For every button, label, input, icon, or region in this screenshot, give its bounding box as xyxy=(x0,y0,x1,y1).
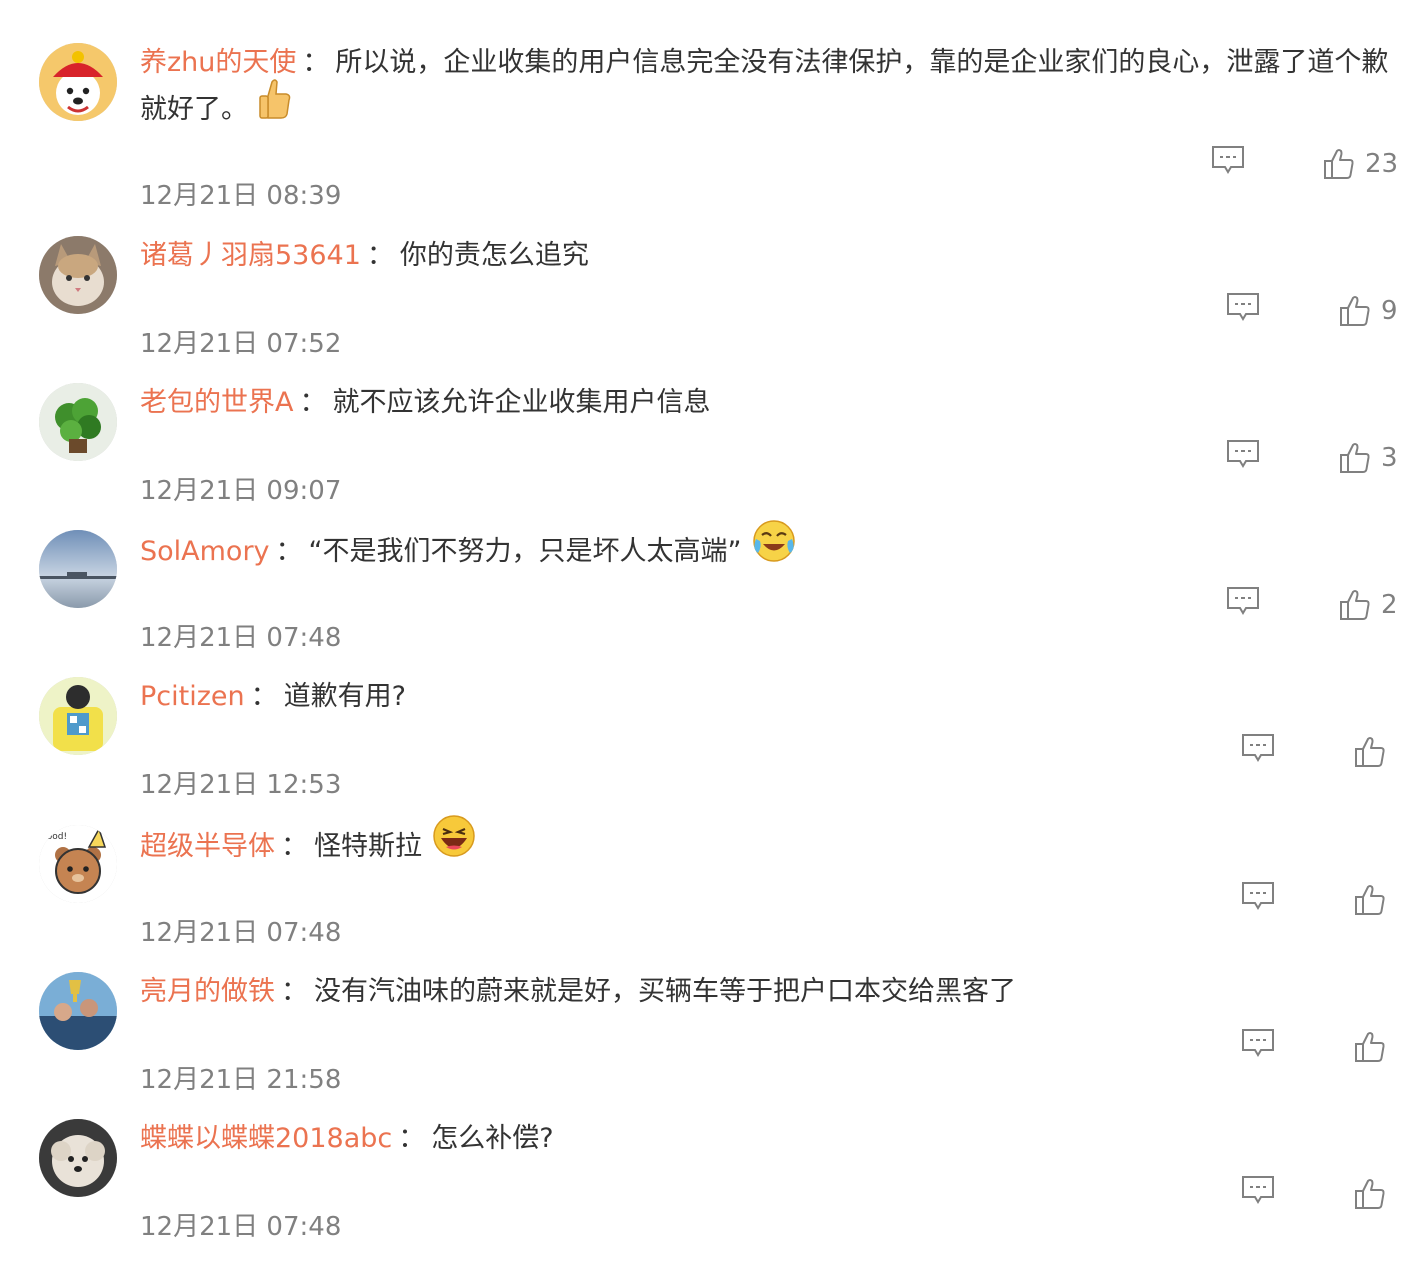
thumbs-up-icon xyxy=(1339,589,1371,621)
like-button[interactable]: 23 xyxy=(1323,147,1398,181)
avatar[interactable] xyxy=(39,43,117,121)
username-link[interactable]: 蝶蝶以蝶蝶2018abc xyxy=(140,1123,392,1154)
comment-text: 怎么补偿? xyxy=(431,1123,554,1154)
like-button[interactable]: 9 xyxy=(1339,294,1398,328)
comment-item: 蝶蝶以蝶蝶2018abc：怎么补偿? 12月21日 07:48 xyxy=(0,1116,1410,1263)
reply-icon[interactable] xyxy=(1211,145,1245,175)
comment-item: Pcitizen：道歉有用? 12月21日 12:53 xyxy=(0,674,1410,821)
comment-text: 就不应该允许企业收集用户信息 xyxy=(332,387,711,418)
like-count: 23 xyxy=(1365,149,1399,179)
comment-timestamp: 12月21日 08:39 xyxy=(140,181,342,211)
username-link[interactable]: 诸葛丿羽扇53641 xyxy=(140,240,361,271)
avatar[interactable] xyxy=(39,530,117,608)
like-button[interactable]: 3 xyxy=(1339,441,1398,475)
comment-body: SolAmory： “不是我们不努力，只是坏人太高端” xyxy=(140,520,1402,578)
username-link[interactable]: Pcitizen xyxy=(140,681,245,712)
comment-item: 诸葛丿羽扇53641：你的责怎么追究 12月21日 07:52 9 xyxy=(0,233,1410,380)
reply-icon[interactable] xyxy=(1241,881,1275,911)
thumbs-up-icon xyxy=(1354,736,1386,768)
username-link[interactable]: 亮月的做铁 xyxy=(140,976,275,1007)
colon-separator: ： xyxy=(250,681,278,712)
thumbs-up-icon xyxy=(1354,884,1386,916)
username-link[interactable]: SolAmory xyxy=(140,536,270,567)
comment-timestamp: 12月21日 07:48 xyxy=(140,918,342,948)
like-button[interactable] xyxy=(1354,1030,1396,1064)
comment-body: 养zhu的天使：所以说，企业收集的用户信息完全没有法律保护，靠的是企业家们的良心… xyxy=(140,40,1402,135)
reply-icon[interactable] xyxy=(1226,586,1260,616)
like-button[interactable] xyxy=(1354,1177,1396,1211)
comment-body: 亮月的做铁：没有汽油味的蔚来就是好，买辆车等于把户口本交给黑客了 xyxy=(140,969,1402,1015)
comment-body: 蝶蝶以蝶蝶2018abc：怎么补偿? xyxy=(140,1116,1402,1162)
laugh-cry-emoji xyxy=(752,519,796,578)
username-link[interactable]: 养zhu的天使 xyxy=(140,47,296,78)
username-link[interactable]: 超级半导体 xyxy=(140,831,275,862)
comment-text: 没有汽油味的蔚来就是好，买辆车等于把户口本交给黑客了 xyxy=(314,976,1016,1007)
colon-separator: ： xyxy=(398,1123,426,1154)
comment-body: 诸葛丿羽扇53641：你的责怎么追究 xyxy=(140,233,1402,279)
like-count: 9 xyxy=(1381,296,1398,326)
comment-item: 老包的世界A：就不应该允许企业收集用户信息 12月21日 09:07 3 xyxy=(0,380,1410,527)
like-button[interactable] xyxy=(1354,735,1396,769)
avatar[interactable] xyxy=(39,972,117,1050)
avatar[interactable] xyxy=(39,1119,117,1197)
thumbs-up-icon xyxy=(1339,442,1371,474)
colon-separator: ： xyxy=(281,976,308,1007)
comment-body: 超级半导体：怪特斯拉 xyxy=(140,815,1402,873)
like-button[interactable] xyxy=(1354,883,1396,917)
comment-item: SolAmory： “不是我们不努力，只是坏人太高端” 12月21日 07:48 2 xyxy=(0,520,1410,674)
comment-timestamp: 12月21日 09:07 xyxy=(140,476,342,506)
comment-item: 亮月的做铁：没有汽油味的蔚来就是好，买辆车等于把户口本交给黑客了 12月21日 2… xyxy=(0,969,1410,1116)
comment-item: good! 超级半导体：怪特斯拉 12月21日 07:48 xyxy=(0,815,1410,969)
reply-icon[interactable] xyxy=(1241,1175,1275,1205)
svg-text:good!: good! xyxy=(41,832,67,842)
comment-timestamp: 12月21日 12:53 xyxy=(140,770,342,800)
reply-icon[interactable] xyxy=(1241,733,1275,763)
comment-body: Pcitizen：道歉有用? xyxy=(140,674,1402,720)
comment-text: 你的责怎么追究 xyxy=(399,240,589,271)
comment-timestamp: 12月21日 21:58 xyxy=(140,1065,342,1095)
colon-separator: ： xyxy=(299,387,327,418)
reply-icon[interactable] xyxy=(1226,292,1260,322)
colon-separator: ： xyxy=(275,536,303,567)
colon-separator: ： xyxy=(366,240,394,271)
thumbs-up-icon xyxy=(1339,295,1371,327)
like-count: 2 xyxy=(1381,590,1398,620)
reply-icon[interactable] xyxy=(1241,1028,1275,1058)
avatar[interactable] xyxy=(39,383,117,461)
comment-timestamp: 12月21日 07:52 xyxy=(140,329,342,359)
colon-separator: ： xyxy=(281,831,308,862)
thumbs-up-icon xyxy=(1323,148,1355,180)
thumbs-up-icon xyxy=(1354,1031,1386,1063)
comment-timestamp: 12月21日 07:48 xyxy=(140,623,342,653)
comment-text: “不是我们不努力，只是坏人太高端” xyxy=(308,536,742,567)
comment-list: 养zhu的天使：所以说，企业收集的用户信息完全没有法律保护，靠的是企业家们的良心… xyxy=(0,0,1410,1242)
like-count: 3 xyxy=(1381,443,1398,473)
like-button[interactable]: 2 xyxy=(1339,588,1398,622)
comment-item: 养zhu的天使：所以说，企业收集的用户信息完全没有法律保护，靠的是企业家们的良心… xyxy=(0,40,1410,211)
avatar[interactable] xyxy=(39,677,117,755)
reply-icon[interactable] xyxy=(1226,439,1260,469)
comment-text: 道歉有用? xyxy=(283,681,406,712)
comment-timestamp: 12月21日 07:48 xyxy=(140,1212,342,1242)
thumbs-up-emoji xyxy=(258,78,292,135)
thumbs-up-icon xyxy=(1354,1178,1386,1210)
username-link[interactable]: 老包的世界A xyxy=(140,387,293,418)
avatar[interactable] xyxy=(39,236,117,314)
avatar[interactable]: good! xyxy=(39,825,117,903)
colon-separator: ： xyxy=(302,47,330,78)
laughing-emoji xyxy=(432,814,476,873)
comment-body: 老包的世界A：就不应该允许企业收集用户信息 xyxy=(140,380,1402,426)
comment-text: 怪特斯拉 xyxy=(314,831,422,862)
